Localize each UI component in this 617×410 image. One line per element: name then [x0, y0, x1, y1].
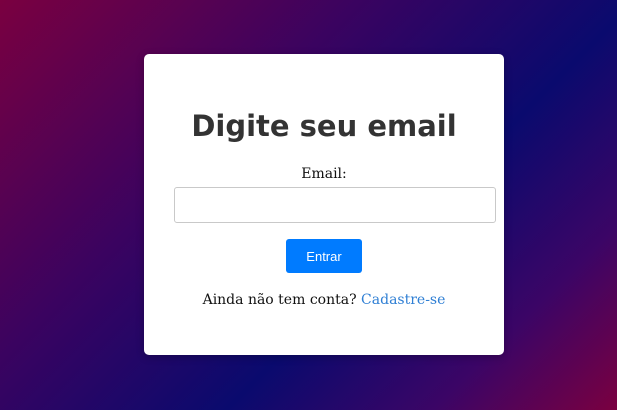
- submit-button[interactable]: Entrar: [286, 239, 362, 273]
- page-title: Digite seu email: [191, 109, 457, 143]
- signup-prompt: Ainda não tem conta?: [202, 292, 362, 308]
- email-label: Email:: [301, 166, 347, 182]
- email-field[interactable]: [174, 187, 496, 223]
- signup-link[interactable]: Cadastre-se: [361, 292, 445, 308]
- login-card: Digite seu email Email: Entrar Ainda não…: [144, 54, 504, 355]
- signup-row: Ainda não tem conta? Cadastre-se: [144, 291, 504, 309]
